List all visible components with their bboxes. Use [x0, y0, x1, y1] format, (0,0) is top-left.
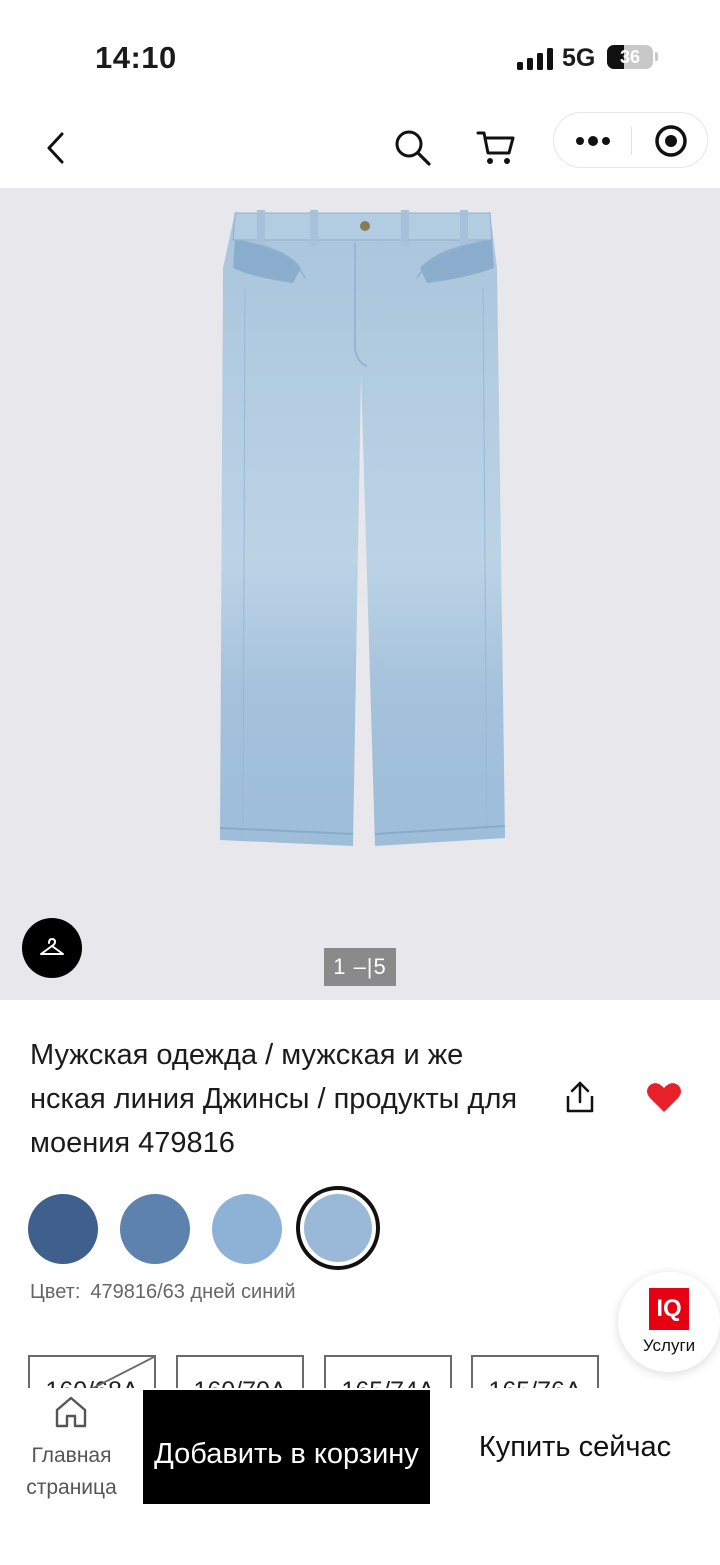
- mini-program-capsule: [553, 112, 708, 168]
- home-icon: [55, 1396, 87, 1428]
- cart-button[interactable]: [468, 118, 524, 178]
- product-title: Мужская одежда / мужская и же нская лини…: [30, 1039, 518, 1159]
- color-swatch[interactable]: [212, 1194, 282, 1264]
- color-swatch[interactable]: [28, 1194, 98, 1264]
- iq-logo: IQ: [649, 1288, 689, 1330]
- battery-icon: 36: [607, 45, 653, 69]
- buy-now-button[interactable]: Купить сейчас: [430, 1390, 720, 1504]
- bottom-action-bar: Главная страница Добавить в корзину Купи…: [0, 1388, 720, 1565]
- cart-icon: [476, 131, 515, 164]
- home-label: Главная страница: [26, 1444, 117, 1499]
- signal-icon: [517, 48, 553, 70]
- more-button[interactable]: [554, 113, 631, 169]
- services-label: Услуги: [642, 1336, 696, 1355]
- hanger-icon: [40, 938, 64, 955]
- network-type: 5G: [562, 44, 596, 72]
- home-tab[interactable]: Главная страница: [0, 1388, 143, 1518]
- nav-bar: [0, 110, 720, 188]
- close-app-button[interactable]: [632, 113, 709, 169]
- search-button[interactable]: [385, 118, 441, 178]
- back-button[interactable]: [30, 118, 80, 178]
- heart-icon: [647, 1083, 681, 1112]
- color-label: Цвет:: [30, 1281, 81, 1303]
- favorite-button[interactable]: [640, 1072, 688, 1122]
- color-value: 479816/63 дней синий: [90, 1281, 296, 1303]
- battery-tip: [655, 52, 658, 61]
- chevron-left-icon: [47, 132, 64, 164]
- try-on-button[interactable]: [22, 918, 82, 978]
- more-dots-icon: [575, 136, 610, 146]
- status-time: 14:10: [95, 40, 177, 75]
- search-icon: [395, 130, 431, 166]
- jeans-product-image: [219, 210, 506, 846]
- battery-level: 36: [619, 47, 641, 67]
- color-swatch-selected[interactable]: [296, 1186, 380, 1270]
- color-info: Цвет: 479816/63 дней синий: [30, 1281, 296, 1304]
- product-gallery[interactable]: 1 –|5: [0, 188, 720, 1000]
- share-icon: [566, 1081, 594, 1113]
- share-button[interactable]: [556, 1072, 604, 1122]
- color-swatch[interactable]: [120, 1194, 190, 1264]
- add-to-cart-button[interactable]: Добавить в корзину: [143, 1390, 430, 1504]
- services-badge[interactable]: IQ Услуги: [618, 1272, 720, 1372]
- gallery-counter: 1 –|5: [324, 948, 396, 986]
- status-bar: 14:10 5G 36: [0, 0, 720, 110]
- target-icon: [654, 125, 687, 157]
